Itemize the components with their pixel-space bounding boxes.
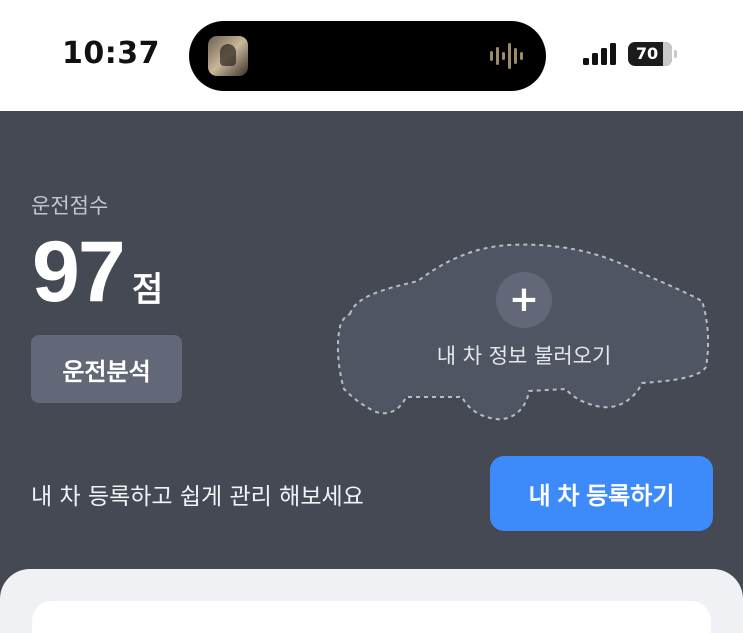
battery-icon: 70 (628, 42, 678, 66)
status-bar: 10:37 70 (0, 0, 743, 111)
register-car-button[interactable]: 내 차 등록하기 (490, 456, 713, 531)
load-car-info-label: 내 차 정보 불러오기 (436, 344, 612, 368)
load-car-info-card[interactable]: + 내 차 정보 불러오기 (334, 239, 714, 421)
driving-analysis-button[interactable]: 운전분석 (31, 335, 182, 403)
driving-score-label: 운전점수 (31, 194, 109, 218)
register-car-hint: 내 차 등록하고 쉽게 관리 해보세요 (31, 484, 364, 510)
cellular-signal-icon (583, 43, 616, 65)
status-time: 10:37 (62, 36, 160, 71)
add-car-button[interactable]: + (496, 272, 552, 328)
driving-score-unit: 점 (132, 270, 164, 310)
driving-score-panel: 운전점수 97 점 운전분석 + 내 차 정보 불러오기 내 차 등록하고 쉽게… (0, 111, 743, 633)
driving-score-value: 97 (32, 224, 126, 320)
car-silhouette-icon (336, 243, 710, 421)
now-playing-thumbnail[interactable] (208, 36, 248, 76)
audio-waveform-icon (490, 43, 523, 69)
battery-level: 70 (635, 44, 659, 63)
dynamic-island[interactable] (189, 21, 546, 91)
content-card (32, 601, 711, 633)
